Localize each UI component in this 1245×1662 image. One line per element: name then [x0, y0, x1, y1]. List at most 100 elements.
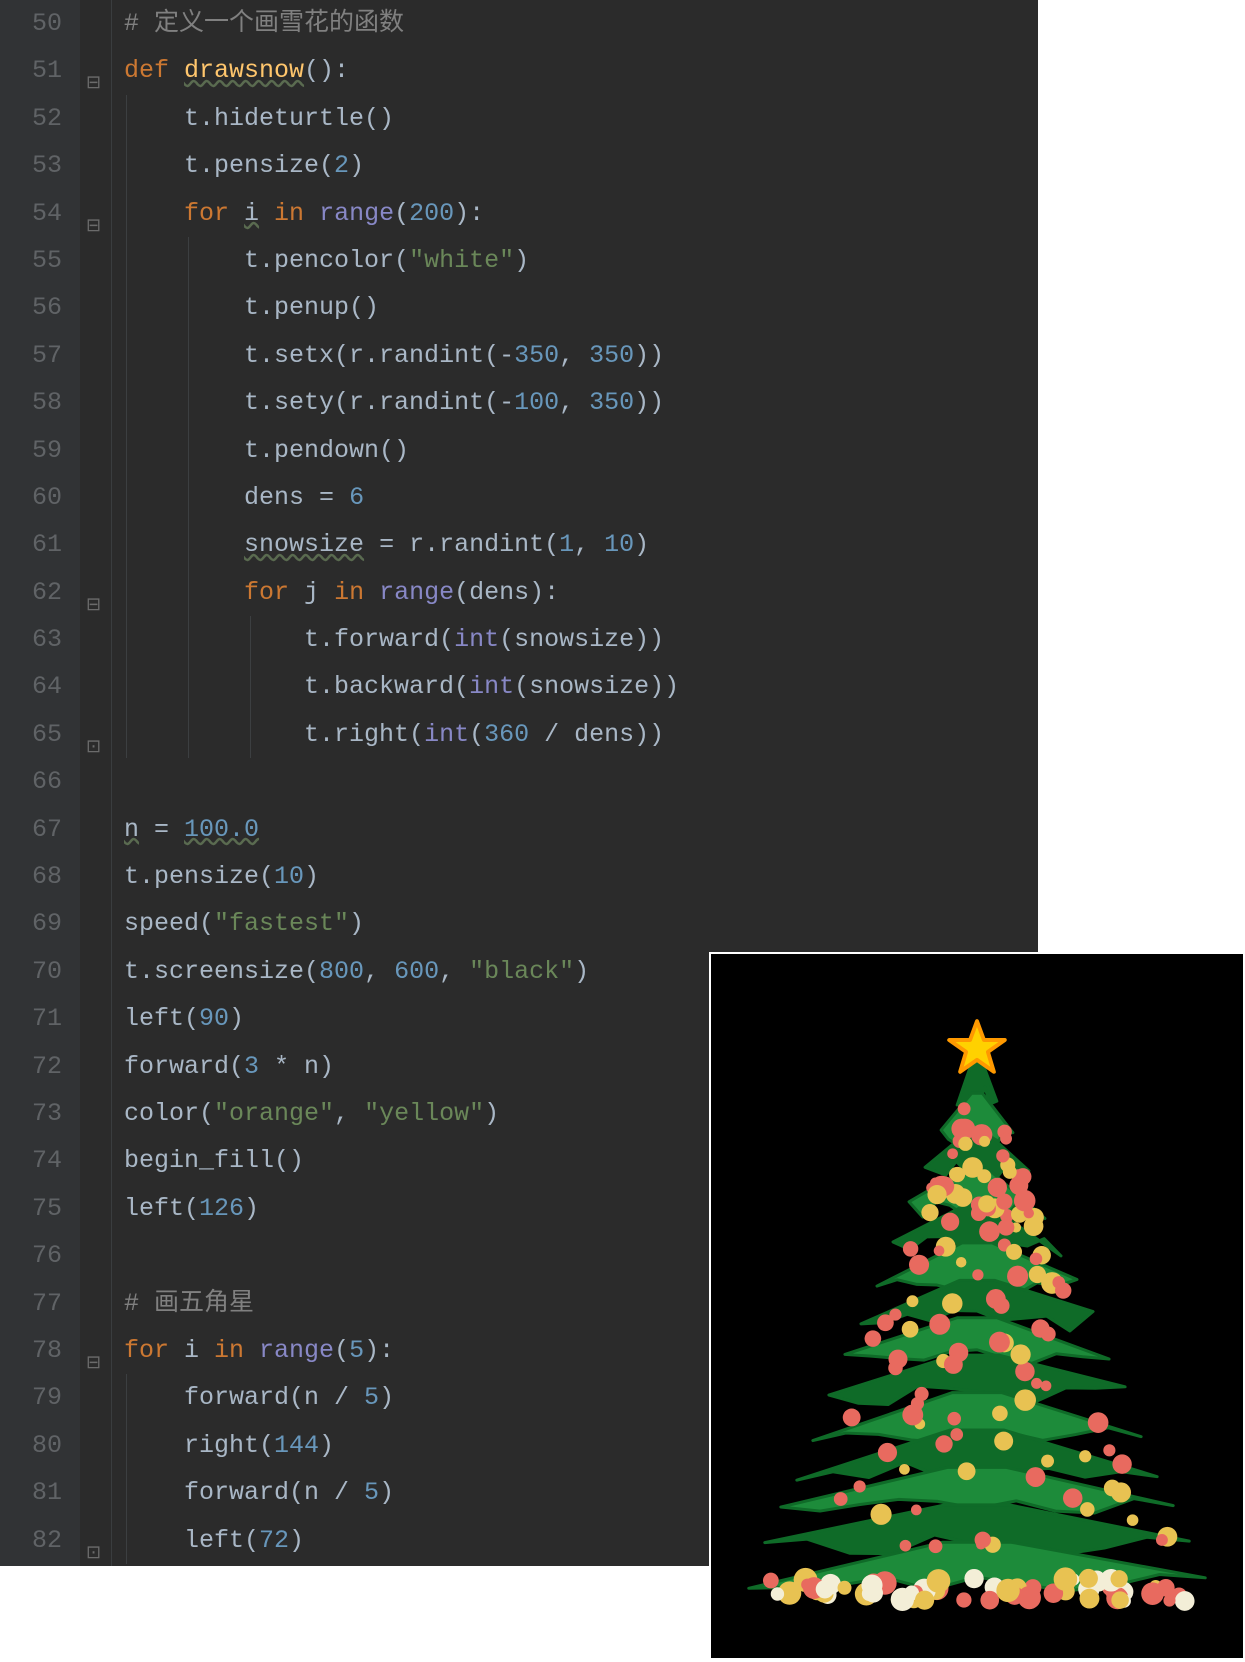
- code-token: 1: [559, 530, 574, 559]
- code-token: (: [334, 1336, 349, 1365]
- code-token: n: [124, 815, 139, 844]
- fold-close-icon[interactable]: ⊡: [86, 725, 101, 772]
- code-line[interactable]: t.pensize(10): [124, 853, 679, 900]
- code-token: # 定义一个画雪花的函数: [124, 9, 404, 38]
- code-line[interactable]: n = 100.0: [124, 806, 679, 853]
- line-number: 62: [0, 569, 62, 616]
- fold-open-icon[interactable]: ⊟: [86, 583, 101, 630]
- code-line[interactable]: t.backward(int(snowsize)): [124, 663, 679, 710]
- line-number: 64: [0, 663, 62, 710]
- line-number: 61: [0, 521, 62, 568]
- code-line[interactable]: for j in range(dens):: [124, 569, 679, 616]
- line-number: 71: [0, 995, 62, 1042]
- line-number-gutter: 5051525354555657585960616263646566676869…: [0, 0, 80, 1566]
- code-line[interactable]: left(72): [124, 1517, 679, 1564]
- fold-open-icon[interactable]: ⊟: [86, 61, 101, 108]
- code-line[interactable]: t.screensize(800, 600, "black"): [124, 948, 679, 995]
- code-line[interactable]: right(144): [124, 1422, 679, 1469]
- code-token: speed(: [124, 909, 214, 938]
- code-token: 10: [604, 530, 634, 559]
- code-line[interactable]: t.pendown(): [124, 427, 679, 474]
- code-token: 10: [274, 862, 304, 891]
- code-token: ,: [559, 388, 589, 417]
- code-line[interactable]: t.right(int(360 / dens)): [124, 711, 679, 758]
- code-line[interactable]: dens = 6: [124, 474, 679, 521]
- fold-open-icon[interactable]: ⊟: [86, 1341, 101, 1388]
- line-number: 54: [0, 190, 62, 237]
- code-token: 100.0: [184, 815, 259, 844]
- code-line[interactable]: t.pensize(2): [124, 142, 679, 189]
- code-token: forward(n /: [184, 1478, 364, 1507]
- code-line[interactable]: speed("fastest"): [124, 900, 679, 947]
- code-token: range: [259, 1336, 334, 1365]
- code-line[interactable]: # 定义一个画雪花的函数: [124, 0, 679, 47]
- code-token: )): [634, 388, 664, 417]
- code-token: forward(: [124, 1052, 244, 1081]
- code-token: t.screensize(: [124, 957, 319, 986]
- code-token: drawsnow: [184, 56, 304, 85]
- code-token: 6: [349, 483, 364, 512]
- code-line[interactable]: left(90): [124, 995, 679, 1042]
- code-line[interactable]: forward(n / 5): [124, 1374, 679, 1421]
- code-line[interactable]: t.penup(): [124, 284, 679, 331]
- code-token: j: [304, 578, 319, 607]
- code-line[interactable]: snowsize = r.randint(1, 10): [124, 521, 679, 568]
- code-line[interactable]: t.setx(r.randint(-350, 350)): [124, 332, 679, 379]
- line-number: 80: [0, 1422, 62, 1469]
- code-token: ): [304, 862, 319, 891]
- code-token: (: [469, 720, 484, 749]
- code-token: ,: [574, 530, 604, 559]
- code-line[interactable]: for i in range(5):: [124, 1327, 679, 1374]
- code-line[interactable]: t.pencolor("white"): [124, 237, 679, 284]
- code-token: t.sety(r.randint(-: [244, 388, 514, 417]
- code-line[interactable]: t.hideturtle(): [124, 95, 679, 142]
- code-area[interactable]: # 定义一个画雪花的函数 def drawsnow(): t.hideturtle…: [112, 0, 679, 1566]
- fold-close-icon[interactable]: ⊡: [86, 1531, 101, 1578]
- code-token: ,: [364, 957, 394, 986]
- code-token: ,: [559, 341, 589, 370]
- code-token: 3: [244, 1052, 259, 1081]
- line-number: 58: [0, 379, 62, 426]
- code-line[interactable]: [124, 758, 679, 805]
- code-token: for: [244, 578, 304, 607]
- fold-open-icon[interactable]: ⊟: [86, 204, 101, 251]
- code-token: left(: [124, 1194, 199, 1223]
- code-line[interactable]: t.forward(int(snowsize)): [124, 616, 679, 663]
- code-token: (dens):: [454, 578, 559, 607]
- code-line[interactable]: # 画五角星: [124, 1280, 679, 1327]
- code-token: )): [634, 341, 664, 370]
- code-token: 200: [409, 199, 454, 228]
- line-number: 82: [0, 1517, 62, 1564]
- line-number: 77: [0, 1280, 62, 1327]
- code-token: ():: [304, 56, 349, 85]
- code-line[interactable]: begin_fill(): [124, 1137, 679, 1184]
- code-token: = r.randint(: [364, 530, 559, 559]
- code-line[interactable]: t.sety(r.randint(-100, 350)): [124, 379, 679, 426]
- code-token: "orange": [214, 1099, 334, 1128]
- line-number: 56: [0, 284, 62, 331]
- code-line[interactable]: for i in range(200):: [124, 190, 679, 237]
- code-token: t.pensize(: [124, 862, 274, 891]
- code-line[interactable]: forward(3 * n): [124, 1043, 679, 1090]
- code-line[interactable]: [124, 1232, 679, 1279]
- code-token: ): [319, 1431, 334, 1460]
- code-line[interactable]: color("orange", "yellow"): [124, 1090, 679, 1137]
- code-token: 350: [514, 341, 559, 370]
- code-token: t.pensize(: [184, 151, 334, 180]
- code-token: ): [379, 1478, 394, 1507]
- code-token: t.penup(): [244, 293, 379, 322]
- code-token: dens =: [244, 483, 349, 512]
- line-number: 53: [0, 142, 62, 189]
- fold-column[interactable]: ⊟⊟⊟⊡⊟⊡: [80, 0, 112, 1566]
- code-token: 360: [484, 720, 529, 749]
- line-number: 66: [0, 758, 62, 805]
- code-token: (: [394, 199, 409, 228]
- code-token: 5: [349, 1336, 364, 1365]
- code-line[interactable]: left(126): [124, 1185, 679, 1232]
- code-line[interactable]: def drawsnow():: [124, 47, 679, 94]
- code-token: "fastest": [214, 909, 349, 938]
- code-token: 2: [334, 151, 349, 180]
- code-line[interactable]: forward(n / 5): [124, 1469, 679, 1516]
- code-token: ): [634, 530, 649, 559]
- code-token: t.setx(r.randint(-: [244, 341, 514, 370]
